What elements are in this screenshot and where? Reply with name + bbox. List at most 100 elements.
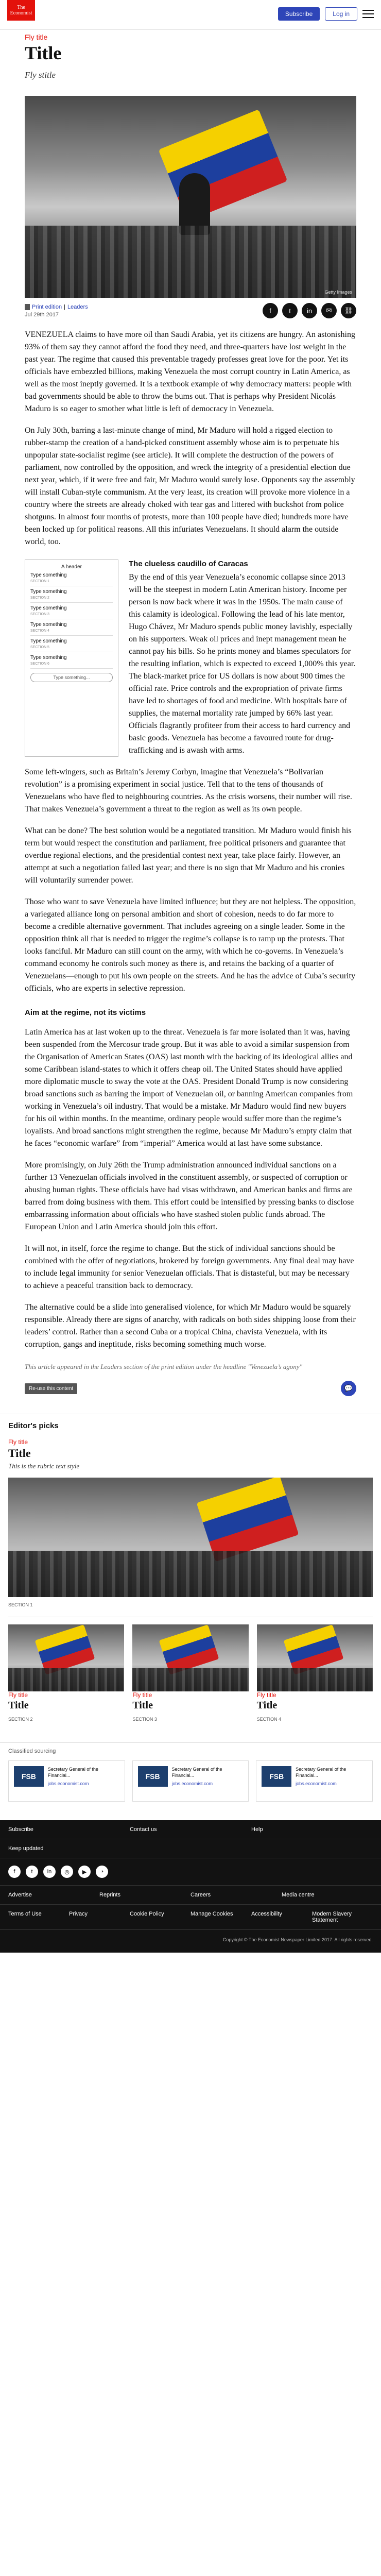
- footer-link-careers[interactable]: Careers: [190, 1892, 282, 1898]
- classified-ad-text: Secretary General of the Financial... jo…: [296, 1766, 367, 1796]
- venezuelan-flag-image-element: [283, 1624, 344, 1675]
- footer-link-privacy[interactable]: Privacy: [69, 1911, 130, 1923]
- article-paragraph: It will not, in itself, force the regime…: [25, 1244, 354, 1290]
- login-button[interactable]: Log in: [325, 7, 357, 21]
- pick-title: Title: [256, 1700, 278, 1711]
- footer-link-slavery[interactable]: Modern Slavery Statement: [312, 1911, 373, 1923]
- footer-link-contact[interactable]: Contact us: [130, 1826, 251, 1833]
- widget-item-title: Type something: [30, 622, 67, 628]
- classified-ad[interactable]: FSB Secretary General of the Financial..…: [256, 1760, 373, 1802]
- footer-link-advertise[interactable]: Advertise: [8, 1892, 99, 1898]
- pick-card[interactable]: Fly title Title SECTION 3: [132, 1624, 249, 1722]
- venezuelan-flag-image-element: [34, 1624, 95, 1675]
- article-date: Jul 29th 2017: [25, 311, 59, 318]
- classified-ad[interactable]: FSB Secretary General of the Financial..…: [132, 1760, 249, 1802]
- logo-line-2: Economist: [10, 10, 32, 16]
- share-icons: f t in ✉ ⛓: [263, 303, 356, 318]
- link-icon[interactable]: ⛓: [341, 303, 356, 318]
- article-paragraph: Some left-wingers, such as Britain’s Jer…: [25, 768, 352, 814]
- article-meta-row: Print edition | Leaders Jul 29th 2017 f …: [25, 303, 356, 318]
- footer-link-cookie-policy[interactable]: Cookie Policy: [130, 1911, 190, 1923]
- youtube-icon[interactable]: ▶: [78, 1866, 91, 1878]
- classified-ads: FSB Secretary General of the Financial..…: [8, 1760, 373, 1802]
- reuse-content-button[interactable]: Re-use this content: [25, 1383, 78, 1394]
- pick-section: SECTION 2: [8, 1717, 33, 1722]
- print-edition-footnote: This article appeared in the Leaders sec…: [25, 1363, 303, 1370]
- classified-ad-link[interactable]: jobs.economist.com: [296, 1781, 367, 1787]
- classified-ad-description: Secretary General of the Financial...: [171, 1767, 222, 1778]
- reuse-row: Re-use this content 💬: [25, 1381, 356, 1396]
- inline-widget: A header Type something SECTION 1 Type s…: [25, 560, 118, 757]
- footer-link-subscribe[interactable]: Subscribe: [8, 1826, 130, 1833]
- pick-fly-title: Fly title: [132, 1691, 152, 1699]
- footer-link-help[interactable]: Help: [251, 1826, 373, 1833]
- crowd-image-element: [25, 226, 356, 298]
- footer-social: f t in ◎ ▶ ◔: [0, 1858, 381, 1886]
- twitter-icon[interactable]: t: [26, 1866, 38, 1878]
- pick-image: [132, 1624, 249, 1691]
- subheading: The clueless caudillo of Caracas: [129, 560, 248, 568]
- pick-title: Title: [8, 1447, 31, 1460]
- footer-link-terms[interactable]: Terms of Use: [8, 1911, 69, 1923]
- pick-card[interactable]: Fly title Title SECTION 4: [256, 1624, 373, 1722]
- footer-link-media-centre[interactable]: Media centre: [282, 1892, 373, 1898]
- venezuelan-flag-image-element: [158, 109, 288, 222]
- widget-item[interactable]: Type something SECTION 1: [30, 570, 113, 586]
- fsb-logo: FSB: [137, 1766, 168, 1787]
- pick-section: SECTION 1: [8, 1602, 33, 1607]
- subscribe-button[interactable]: Subscribe: [278, 7, 320, 21]
- footer-link-accessibility[interactable]: Accessibility: [251, 1911, 312, 1923]
- linkedin-icon[interactable]: in: [302, 303, 317, 318]
- footer-row-secondary: Advertise Reprints Careers Media centre: [0, 1886, 381, 1905]
- footer-link-reprints[interactable]: Reprints: [99, 1892, 190, 1898]
- rss-icon[interactable]: ◔: [96, 1866, 108, 1878]
- widget-item[interactable]: Type something SECTION 2: [30, 586, 113, 603]
- classified-ad-link[interactable]: jobs.economist.com: [48, 1781, 119, 1787]
- article-body: VENEZUELA claims to have more oil than S…: [25, 329, 356, 1351]
- widget-item-section: SECTION 3: [30, 613, 49, 616]
- pick-title: Title: [132, 1700, 153, 1711]
- print-edition-line: Print edition | Leaders: [25, 303, 88, 310]
- print-edition-link[interactable]: Print edition: [32, 304, 62, 310]
- widget-item[interactable]: Type something SECTION 6: [30, 652, 113, 669]
- instagram-icon[interactable]: ◎: [61, 1866, 73, 1878]
- widget-item[interactable]: Type something SECTION 4: [30, 619, 113, 636]
- article-paragraph: On July 30th, barring a last-minute chan…: [25, 426, 355, 546]
- facebook-icon[interactable]: f: [8, 1866, 21, 1878]
- hamburger-menu-icon[interactable]: [362, 10, 374, 18]
- classified-ad-description: Secretary General of the Financial...: [296, 1767, 347, 1778]
- pick-main-card[interactable]: Fly title Title This is the rubric text …: [8, 1438, 373, 1607]
- widget-item[interactable]: Type something SECTION 3: [30, 603, 113, 619]
- logo-line-1: The: [17, 5, 25, 10]
- section-link[interactable]: Leaders: [67, 304, 88, 310]
- widget-input[interactable]: Type something...: [30, 673, 113, 682]
- pick-title: Title: [8, 1700, 29, 1711]
- image-credit: Getty Images: [324, 290, 352, 295]
- pick-section: SECTION 4: [256, 1717, 282, 1722]
- article-title: Title: [25, 43, 62, 63]
- footer-keep-updated: Keep updated: [8, 1845, 44, 1852]
- twitter-icon[interactable]: t: [282, 303, 298, 318]
- print-edition-icon: [25, 303, 30, 310]
- classified-ad[interactable]: FSB Secretary General of the Financial..…: [8, 1760, 125, 1802]
- fsb-logo: FSB: [262, 1766, 292, 1787]
- linkedin-icon[interactable]: in: [43, 1866, 56, 1878]
- top-actions: Subscribe Log in: [278, 7, 374, 21]
- article-paragraph: Latin America has at last woken up to th…: [25, 1028, 353, 1148]
- top-navigation-bar: The Economist Subscribe Log in: [0, 0, 381, 30]
- pick-fly-title: Fly title: [8, 1691, 28, 1699]
- widget-item-section: SECTION 1: [30, 580, 49, 583]
- facebook-icon[interactable]: f: [263, 303, 278, 318]
- widget-item[interactable]: Type something SECTION 5: [30, 636, 113, 652]
- comment-icon[interactable]: 💬: [341, 1381, 356, 1396]
- economist-logo[interactable]: The Economist: [7, 0, 35, 21]
- footer-link-manage-cookies[interactable]: Manage Cookies: [190, 1911, 251, 1923]
- classified-ad-description: Secretary General of the Financial...: [47, 1767, 98, 1778]
- venezuelan-flag-image-element: [196, 1478, 299, 1562]
- pick-card[interactable]: Fly title Title SECTION 2: [8, 1624, 125, 1722]
- email-icon[interactable]: ✉: [321, 303, 337, 318]
- classified-ad-link[interactable]: jobs.economist.com: [172, 1781, 244, 1787]
- classified-label: Classified sourcing: [8, 1748, 56, 1754]
- crowd-image-element: [8, 1668, 125, 1691]
- widget-item-section: SECTION 6: [30, 662, 49, 666]
